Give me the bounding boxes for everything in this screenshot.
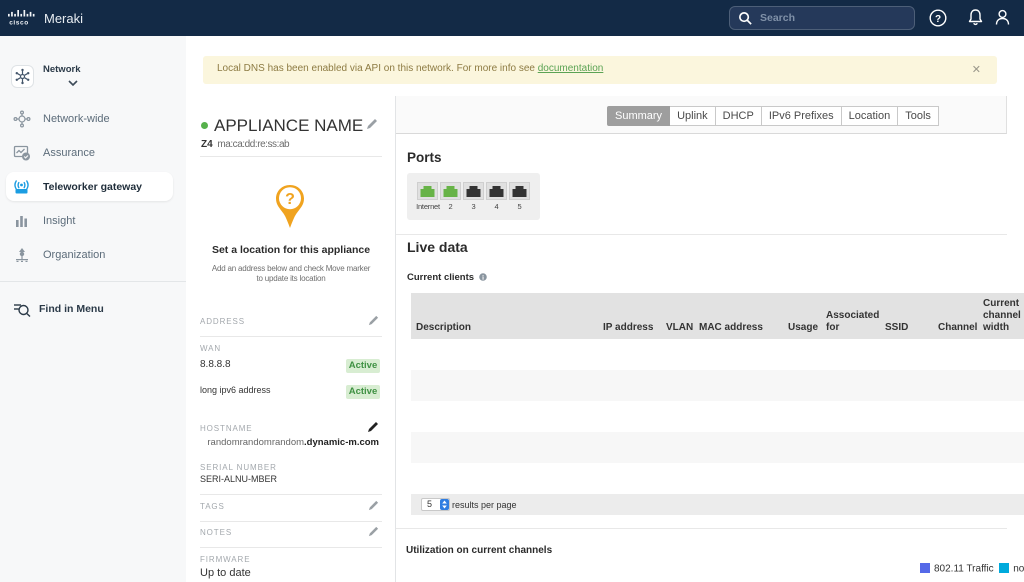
svg-text:cisco: cisco — [9, 20, 29, 27]
svg-text:i: i — [482, 274, 484, 281]
svg-text:?: ? — [935, 14, 941, 25]
svg-text:?: ? — [285, 191, 295, 208]
